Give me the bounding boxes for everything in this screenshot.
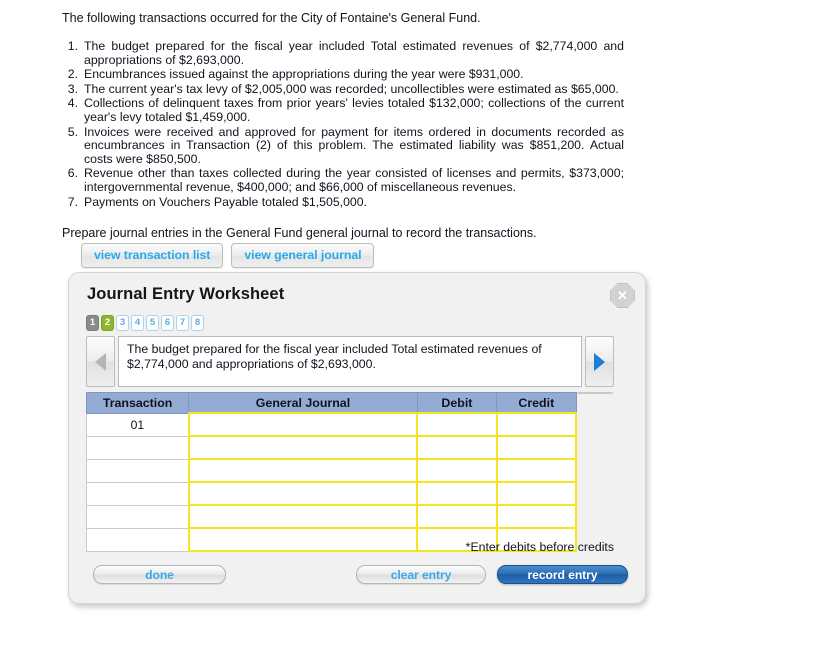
cell-transaction (85, 435, 190, 460)
worksheet-footer: done clear entry record entry (69, 565, 647, 595)
cell-transaction: 01 (85, 412, 190, 437)
chevron-right-icon (594, 352, 605, 371)
transaction-list: 1. The budget prepared for the fiscal ye… (62, 39, 624, 210)
table-row (85, 481, 578, 506)
table-scrollbar[interactable] (577, 392, 614, 552)
next-transaction-button[interactable] (585, 336, 614, 387)
journal-table: Transaction General Journal Debit Credit… (85, 392, 578, 552)
cell-credit[interactable] (495, 458, 578, 483)
cell-general-journal[interactable] (187, 481, 419, 506)
transaction-number: 6. (67, 166, 78, 181)
transaction-text: Payments on Vouchers Payable totaled $1,… (84, 194, 368, 209)
debits-before-credits-hint: *Enter debits before credits (465, 540, 614, 554)
transaction-item: 6. Revenue other than taxes collected du… (62, 167, 624, 194)
transaction-number: 1. (67, 39, 78, 53)
transaction-item: 7. Payments on Vouchers Payable totaled … (62, 194, 624, 210)
cell-credit[interactable] (495, 435, 578, 460)
transaction-text: Revenue other than taxes collected durin… (84, 166, 624, 194)
clear-entry-button[interactable]: clear entry (356, 565, 486, 584)
transaction-text: Collections of delinquent taxes from pri… (84, 96, 624, 124)
step-pill-1[interactable]: 1 (86, 315, 99, 331)
table-row (85, 504, 578, 529)
view-general-journal-button[interactable]: view general journal (231, 243, 375, 268)
transaction-text: Invoices were received and approved for … (84, 124, 624, 166)
transaction-number: 7. (67, 194, 78, 209)
transaction-description-row: The budget prepared for the fiscal year … (86, 336, 614, 387)
cell-debit[interactable] (416, 504, 498, 529)
transaction-item: 5. Invoices were received and approved f… (62, 124, 624, 167)
cell-credit[interactable] (495, 504, 578, 529)
step-pill-group: 1 2 3 4 5 6 7 8 (86, 315, 204, 331)
transaction-item: 3. The current year's tax levy of $2,005… (62, 81, 624, 97)
column-header-general-journal: General Journal (188, 392, 418, 414)
table-row: 01 (85, 412, 578, 437)
step-pill-7[interactable]: 7 (176, 315, 189, 331)
column-header-transaction: Transaction (85, 392, 190, 414)
done-button[interactable]: done (93, 565, 226, 584)
column-header-credit: Credit (496, 392, 577, 414)
transaction-number: 5. (67, 124, 78, 139)
column-header-debit: Debit (416, 392, 498, 414)
cell-credit[interactable] (495, 481, 578, 506)
cell-debit[interactable] (416, 458, 498, 483)
transaction-number: 2. (67, 67, 78, 82)
step-pill-5[interactable]: 5 (146, 315, 159, 331)
table-row (85, 435, 578, 460)
cell-general-journal[interactable] (187, 435, 419, 460)
cell-transaction (85, 481, 190, 506)
transaction-item: 4. Collections of delinquent taxes from … (62, 97, 624, 124)
step-pill-2[interactable]: 2 (101, 315, 114, 331)
transaction-number: 4. (67, 96, 78, 111)
record-entry-button[interactable]: record entry (497, 565, 628, 584)
journal-table-wrapper: Transaction General Journal Debit Credit… (85, 392, 614, 552)
chevron-left-icon (95, 352, 106, 371)
table-header-row: Transaction General Journal Debit Credit (85, 392, 577, 414)
prepare-instruction: Prepare journal entries in the General F… (62, 226, 537, 241)
step-pill-8[interactable]: 8 (191, 315, 204, 331)
cell-general-journal[interactable] (187, 458, 419, 483)
cell-credit[interactable] (495, 412, 578, 437)
cell-debit[interactable] (416, 412, 498, 437)
cell-transaction (85, 458, 190, 483)
transaction-item: 2. Encumbrances issued against the appro… (62, 67, 624, 82)
transaction-item: 1. The budget prepared for the fiscal ye… (62, 39, 624, 67)
panel-title: Journal Entry Worksheet (87, 285, 285, 303)
journal-entry-worksheet-panel: Journal Entry Worksheet ✕ 1 2 3 4 5 6 7 … (68, 272, 646, 604)
previous-transaction-button[interactable] (86, 336, 115, 387)
problem-intro: The following transactions occurred for … (62, 11, 481, 25)
problem-statement: The following transactions occurred for … (62, 10, 624, 241)
table-row (85, 458, 578, 483)
cell-transaction (85, 504, 190, 529)
transaction-text: Encumbrances issued against the appropri… (84, 67, 524, 82)
cell-general-journal[interactable] (187, 412, 419, 437)
step-pill-4[interactable]: 4 (131, 315, 144, 331)
cell-debit[interactable] (416, 481, 498, 506)
cell-general-journal[interactable] (187, 504, 419, 529)
view-tab-bar: view transaction list view general journ… (81, 243, 375, 268)
view-transaction-list-button[interactable]: view transaction list (81, 243, 224, 268)
transaction-text: The budget prepared for the fiscal year … (84, 39, 624, 67)
cell-debit[interactable] (416, 435, 498, 460)
transaction-description: The budget prepared for the fiscal year … (118, 336, 582, 387)
close-icon[interactable]: ✕ (610, 283, 635, 308)
transaction-text: The current year's tax levy of $2,005,00… (84, 81, 619, 96)
step-pill-6[interactable]: 6 (161, 315, 174, 331)
transaction-number: 3. (67, 81, 78, 96)
step-pill-3[interactable]: 3 (116, 315, 129, 331)
